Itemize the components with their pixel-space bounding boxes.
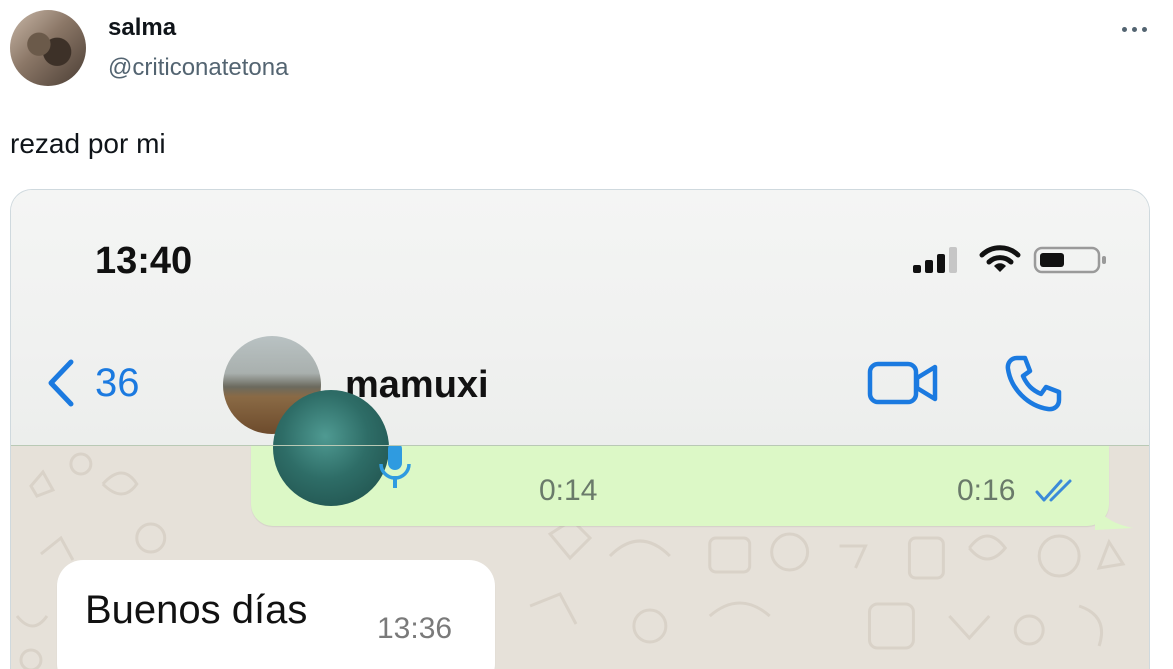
voice-message-duration: 0:14 bbox=[539, 474, 598, 507]
tweet-handle[interactable]: @criticonatetona bbox=[108, 54, 288, 82]
tweet-text: rezad por mi bbox=[10, 128, 166, 159]
chat-header bbox=[11, 190, 1149, 446]
header-divider bbox=[11, 445, 1149, 446]
cellular-signal-icon bbox=[913, 247, 957, 273]
tweet-display-name[interactable]: salma bbox=[108, 14, 176, 42]
back-unread-count: 36 bbox=[95, 360, 140, 405]
contact-name[interactable]: mamuxi bbox=[345, 364, 489, 407]
more-options-icon[interactable] bbox=[1114, 14, 1154, 44]
battery-icon bbox=[1033, 246, 1106, 274]
outgoing-message-time: 0:16 bbox=[957, 474, 1016, 507]
outgoing-bubble-tail bbox=[1095, 504, 1133, 530]
video-call-icon[interactable] bbox=[867, 358, 939, 408]
incoming-message-time: 13:36 bbox=[377, 612, 453, 645]
chat-wallpaper: 0:14 0:16 Buenos días 13:36 bbox=[11, 390, 1149, 669]
incoming-message-text: Buenos días bbox=[85, 588, 308, 632]
voice-message-sender-photo[interactable] bbox=[273, 390, 389, 506]
chevron-left-icon bbox=[48, 359, 74, 407]
phone-call-icon[interactable] bbox=[1003, 354, 1063, 414]
status-bar-time: 13:40 bbox=[95, 240, 193, 282]
tweet-author-avatar[interactable] bbox=[10, 10, 86, 86]
back-button[interactable]: 36 bbox=[45, 358, 140, 408]
tweet-media-image[interactable]: 13:40 36 mamuxi 0:14 0:16 Buenos días 13… bbox=[10, 189, 1150, 669]
wifi-icon bbox=[979, 245, 1021, 272]
read-receipt-icon bbox=[1035, 479, 1072, 502]
microphone-icon bbox=[379, 446, 411, 488]
